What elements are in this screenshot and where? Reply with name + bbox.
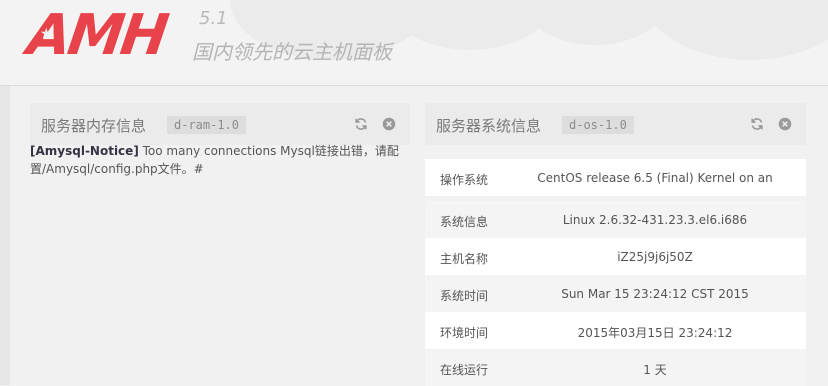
memory-panel-header: 服务器内存信息 d-ram-1.0 [30,103,410,145]
refresh-icon[interactable] [750,117,764,131]
close-icon[interactable] [382,117,396,131]
row-label: 系统时间 [440,289,489,303]
row-value: Linux 2.6.32-431.23.3.el6.i686 [562,213,748,227]
slogan: 国内领先的云主机面板 [192,40,392,64]
system-panel: 服务器系统信息 d-os-1.0 [425,103,806,145]
row-label: 系统信息 [440,215,489,229]
memory-panel-title: 服务器内存信息 [41,117,147,135]
left-gutter [0,86,10,385]
notice-label: [Amysql-Notice] [30,144,139,158]
row-value: CentOS release 6.5 (Final) Kernel on an [537,171,773,185]
row-label: 主机名称 [440,252,489,266]
row-value: Sun Mar 15 23:24:12 CST 2015 [561,287,749,301]
row-label: 操作系统 [440,173,489,187]
row-value: 2015年03月15日 23:24:12 [577,326,733,340]
star-icon: ★ [40,26,53,42]
table-row: 在线运行 1 天 [425,349,806,386]
refresh-icon[interactable] [354,117,368,131]
system-panel-tag: d-os-1.0 [562,116,634,134]
row-label: 环境时间 [440,326,489,340]
table-row: 主机名称 iZ25j9j6j50Z [425,238,806,275]
row-value: 1 天 [643,363,667,377]
memory-panel-tag: d-ram-1.0 [167,116,247,134]
header-cloud-decoration [640,0,828,60]
table-row: 环境时间 2015年03月15日 23:24:12 [425,312,806,349]
table-row: 系统信息 Linux 2.6.32-431.23.3.el6.i686 [425,201,806,238]
version-label: 5.1 [199,8,228,29]
mysql-notice: [Amysql-Notice] Too many connections Mys… [30,142,408,178]
row-label: 在线运行 [440,363,489,377]
table-row: 系统时间 Sun Mar 15 23:24:12 CST 2015 [425,275,806,312]
system-panel-title: 服务器系统信息 [436,117,542,135]
system-panel-header: 服务器系统信息 d-os-1.0 [425,103,806,145]
memory-panel: 服务器内存信息 d-ram-1.0 [30,103,410,145]
header: AMH ★ 5.1 国内领先的云主机面板 [0,0,828,86]
row-value: iZ25j9j6j50Z [617,250,693,264]
close-icon[interactable] [778,117,792,131]
table-row: 操作系统 CentOS release 6.5 (Final) Kernel o… [425,159,806,196]
